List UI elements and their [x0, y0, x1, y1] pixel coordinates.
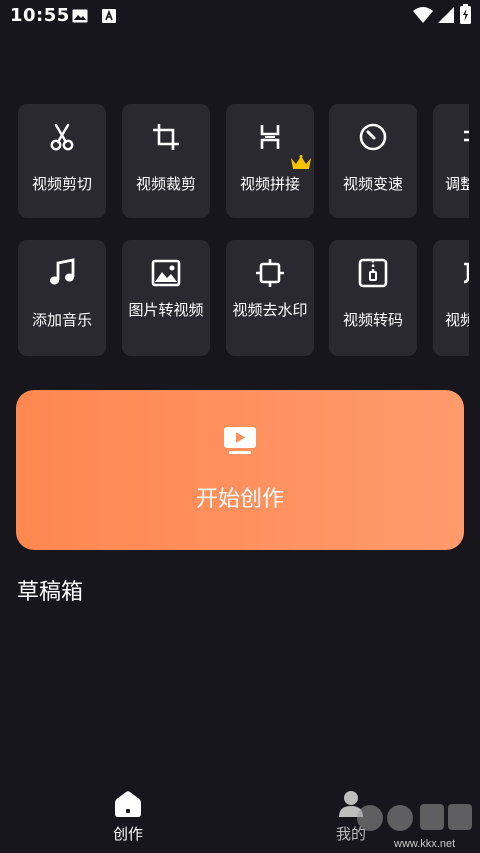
tool-image-to-video[interactable]: 图片转视频 — [122, 240, 210, 356]
zip-file-icon — [358, 258, 388, 288]
tool-video-transcode[interactable]: 视频转码 — [329, 240, 417, 356]
home-icon — [115, 791, 141, 817]
speed-icon — [359, 123, 387, 151]
remove-watermark-icon — [256, 259, 284, 287]
tool-label: 视频裁剪 — [135, 175, 196, 193]
status-bar: 10:55 — [0, 0, 480, 34]
crown-icon — [291, 155, 311, 169]
tool-label: 视频变速 — [342, 175, 403, 193]
nav-tab-create[interactable]: 创作 — [88, 780, 168, 850]
nav-label: 创作 — [112, 825, 143, 843]
text-notification-icon — [102, 9, 116, 23]
tool-add-music[interactable]: 添加音乐 — [18, 240, 106, 356]
music-note-icon — [50, 258, 75, 285]
tool-label: 视频转码 — [342, 311, 403, 329]
tool-adjust[interactable]: 调整 — [433, 104, 469, 218]
tool-label: 视频拼接 — [239, 175, 300, 193]
tool-video-cut[interactable]: 视频剪切 — [18, 104, 106, 218]
video-play-icon — [224, 427, 256, 454]
tool-label: 调整 — [445, 175, 469, 193]
tool-label: 视频 — [445, 311, 469, 329]
tool-video-speed[interactable]: 视频变速 — [329, 104, 417, 218]
status-time: 10:55 — [10, 5, 70, 26]
gallery-notification-icon — [72, 9, 88, 23]
image-icon — [151, 259, 181, 287]
tool-label: 添加音乐 — [31, 311, 92, 329]
clip-icon — [463, 262, 469, 284]
wifi-icon — [413, 7, 433, 23]
scissors-icon — [50, 123, 74, 151]
merge-icon — [260, 125, 280, 149]
tool-label: 视频去水印 — [232, 301, 308, 319]
tool-grid: 视频剪切 视频裁剪 视频拼接 视频变速 调整 添加音乐 图片转视频 视频去水印 … — [0, 104, 469, 364]
tool-label: 图片转视频 — [128, 301, 204, 319]
tool-label: 视频剪切 — [31, 175, 92, 193]
crop-icon — [153, 124, 179, 150]
start-creating-label: 开始创作 — [195, 487, 284, 512]
signal-icon — [438, 7, 454, 23]
drafts-title: 草稿箱 — [17, 580, 84, 605]
battery-charging-icon — [460, 4, 471, 24]
adjust-icon — [464, 130, 469, 142]
tool-remove-watermark[interactable]: 视频去水印 — [226, 240, 314, 356]
start-creating-button[interactable]: 开始创作 — [16, 390, 464, 550]
site-watermark-url: www.kkx.net — [394, 838, 456, 850]
tool-video-crop[interactable]: 视频裁剪 — [122, 104, 210, 218]
tool-video-more[interactable]: 视频 — [433, 240, 469, 356]
